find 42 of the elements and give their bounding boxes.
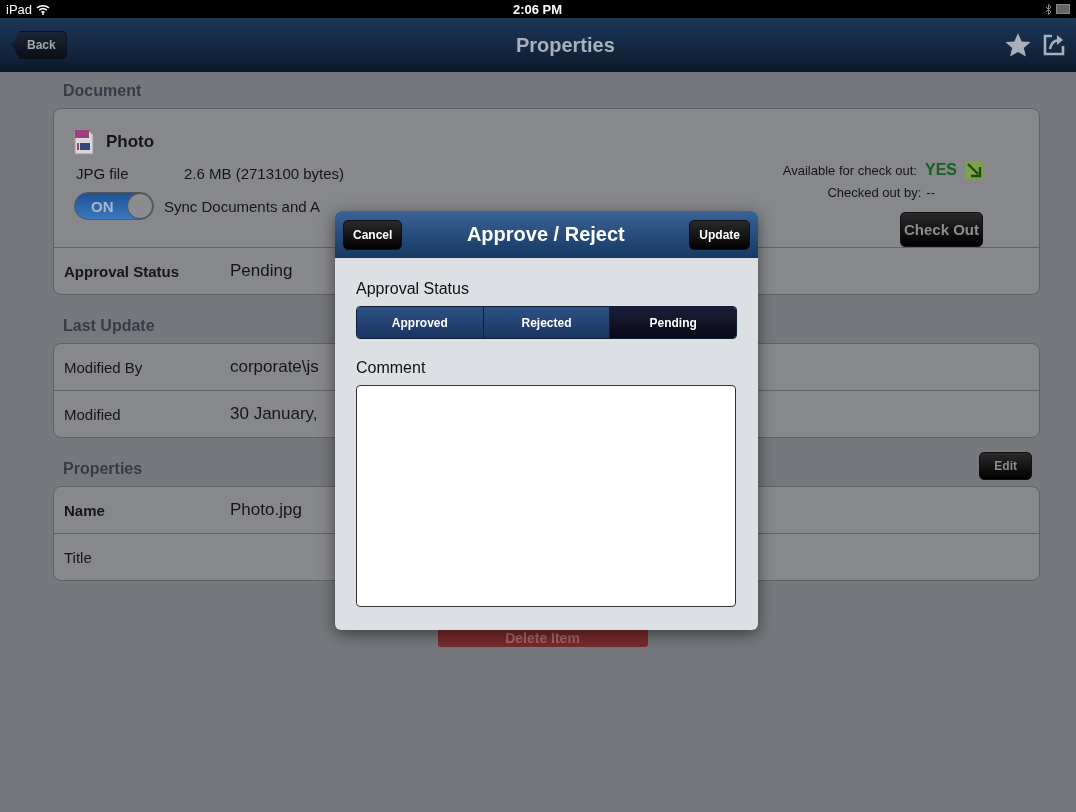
bluetooth-icon (1045, 3, 1052, 15)
section-heading: Last Update (62, 316, 155, 336)
battery-icon (1056, 4, 1070, 14)
wifi-icon (36, 3, 51, 15)
document-name: Photo (106, 132, 155, 152)
section-heading: Document (62, 81, 142, 101)
row-value: Pending (230, 261, 293, 281)
edit-button[interactable]: Edit (979, 452, 1032, 480)
image-file-icon (74, 129, 94, 155)
update-button[interactable]: Update (689, 219, 750, 250)
share-icon[interactable] (1042, 33, 1066, 57)
segment-tab[interactable]: Approved (357, 307, 484, 338)
row-label: Name (64, 501, 106, 519)
segment-tab[interactable]: Rejected (483, 307, 611, 338)
row-label: Modified (64, 405, 122, 423)
row-value: Photo.jpg (230, 500, 302, 520)
field-label: Comment (356, 359, 427, 377)
field-label: Approval Status (356, 280, 470, 298)
check-out-arrow-icon (965, 161, 983, 179)
checked-out-label: Checked out by: (827, 185, 922, 200)
file-type: JPG file (75, 165, 130, 182)
checked-out-value: -- (926, 185, 935, 200)
sync-label: Sync Documents and A (164, 197, 320, 215)
cancel-button[interactable]: Cancel (343, 219, 403, 250)
file-size: 2.6 MB (2713100 bytes) (184, 165, 345, 182)
comment-field[interactable] (356, 385, 736, 607)
availability-label: Available for check out: (782, 162, 917, 178)
row-value: 30 January, (230, 404, 318, 424)
dialog-title: Approve / Reject (466, 223, 625, 246)
row-label: Approval Status (64, 262, 181, 280)
availability-value: YES (925, 161, 957, 179)
section-heading: Properties (62, 459, 143, 479)
row-label: Title (64, 548, 93, 566)
status-time: 2:06 PM (511, 1, 564, 17)
nav-title: Properties (514, 33, 616, 57)
back-button[interactable]: Back (12, 31, 67, 59)
segment-tab[interactable]: Pending (610, 307, 736, 338)
star-icon[interactable] (1004, 31, 1032, 59)
check-out-button[interactable]: Check Out (900, 212, 983, 247)
device-name: iPad (6, 1, 33, 17)
row-value: corporate\js (230, 357, 319, 377)
row-label: Modified By (64, 358, 144, 376)
